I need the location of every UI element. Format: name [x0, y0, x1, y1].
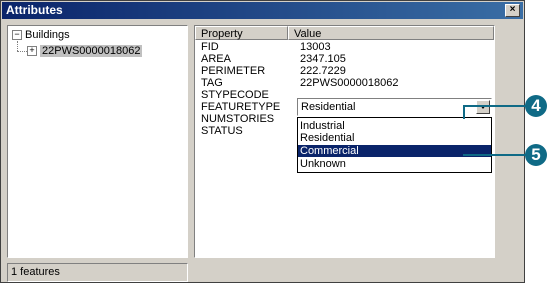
property-value[interactable]: 22PWS0000018062: [300, 78, 398, 89]
dropdown-option-unknown[interactable]: Unknown: [298, 158, 491, 170]
property-value[interactable]: 222.7229: [300, 66, 346, 77]
dropdown-arrow-button[interactable]: [476, 100, 490, 114]
feature-tree[interactable]: − Buildings +22PWS0000018062: [7, 25, 188, 258]
column-header-property[interactable]: Property: [195, 26, 288, 40]
callout-leader-line: [463, 154, 527, 156]
expand-icon[interactable]: +: [27, 46, 37, 57]
property-name: AREA: [201, 53, 231, 65]
close-button[interactable]: ×: [505, 4, 520, 17]
property-name: FEATURETYPE: [201, 101, 281, 113]
tree-connector-line: [17, 41, 18, 51]
collapse-icon[interactable]: −: [12, 30, 22, 41]
callout-badge-5: 5: [525, 144, 547, 166]
tree-node-label[interactable]: 22PWS0000018062: [40, 45, 143, 57]
window-title: Attributes: [6, 3, 63, 17]
property-value[interactable]: 2347.105: [300, 54, 346, 65]
feature-count: 1 features: [11, 266, 60, 278]
column-header-label: Value: [294, 28, 322, 40]
dropdown-option-industrial[interactable]: Industrial: [298, 120, 491, 132]
callout-leader-line: [463, 105, 527, 107]
column-header-label: Property: [201, 28, 243, 40]
stypecode-dropdown-list[interactable]: Industrial Residential Commercial Unknow…: [297, 117, 492, 173]
close-icon: ×: [509, 4, 516, 15]
tree-connector-line: [17, 51, 27, 52]
combo-selected-value: Residential: [301, 101, 356, 113]
tree-node-feature[interactable]: +22PWS0000018062: [27, 45, 143, 58]
dropdown-option-residential[interactable]: Residential: [298, 132, 491, 144]
property-name: STYPECODE: [201, 89, 269, 101]
column-header-value[interactable]: Value: [288, 26, 494, 40]
property-value[interactable]: 13003: [300, 42, 331, 53]
property-name: FID: [201, 41, 219, 53]
attributes-dialog: Attributes × − Buildings +22PWS0000018062…: [0, 0, 525, 283]
property-name: PERIMETER: [201, 65, 266, 77]
tree-node-label: Buildings: [25, 29, 70, 41]
callout-leader-line: [463, 105, 465, 119]
property-name: STATUS: [201, 125, 243, 137]
callout-badge-4: 4: [525, 95, 547, 117]
tree-node-buildings[interactable]: − Buildings: [12, 29, 70, 42]
title-bar[interactable]: Attributes ×: [2, 2, 523, 19]
status-bar: 1 features: [7, 263, 188, 282]
property-name: TAG: [201, 77, 223, 89]
property-name: NUMSTORIES: [201, 113, 275, 125]
